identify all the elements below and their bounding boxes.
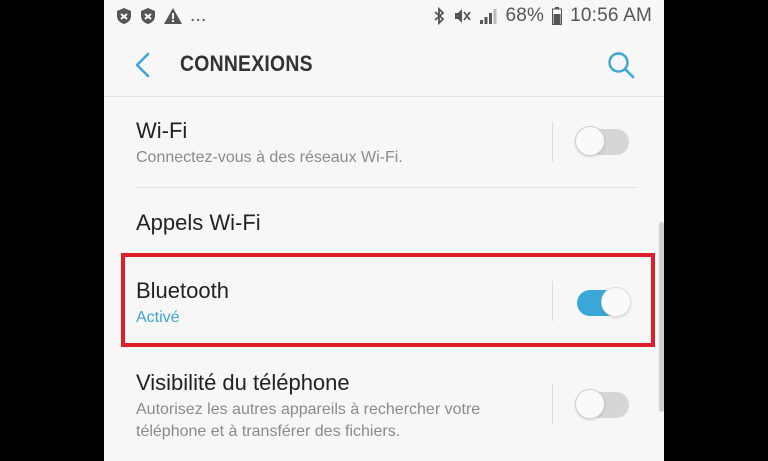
app-bar: CONNEXIONS (104, 32, 664, 97)
toggle-knob (601, 287, 631, 317)
setting-subtitle: Connectez-vous à des réseaux Wi-Fi. (136, 149, 403, 166)
search-icon[interactable] (606, 50, 636, 80)
toggle-knob (575, 126, 605, 156)
more-notifications: ... (190, 5, 207, 26)
status-bar: ... 68% 10:56 AM (104, 0, 664, 32)
bluetooth-toggle[interactable] (577, 287, 631, 317)
setting-row-wifi-calling[interactable]: Appels Wi-Fi (104, 188, 664, 252)
wifi-toggle[interactable] (575, 126, 629, 156)
chevron-left-icon[interactable] (130, 50, 156, 80)
setting-status: Activé (136, 309, 180, 326)
setting-row-wifi[interactable]: Wi-Fi Connectez-vous à des réseaux Wi-Fi… (104, 96, 664, 187)
page-title: CONNEXIONS (180, 51, 313, 76)
status-bar-right: 68% 10:56 AM (433, 5, 652, 27)
setting-label: Bluetooth (136, 278, 229, 303)
setting-label: Visibilité du téléphone (136, 370, 350, 395)
mute-icon (455, 9, 472, 23)
status-bar-left: ... (116, 5, 206, 27)
battery-icon (552, 7, 563, 25)
clock: 10:56 AM (570, 5, 652, 26)
setting-subtitle-line2: téléphone et à transférer des fichiers. (136, 423, 401, 440)
setting-label: Wi-Fi (136, 118, 188, 143)
scrollbar[interactable] (659, 222, 664, 412)
divider (552, 384, 553, 424)
setting-label: Appels Wi-Fi (136, 210, 261, 235)
battery-percent: 68% (505, 5, 545, 26)
toggle-knob (575, 389, 605, 419)
divider (552, 122, 553, 162)
bluetooth-icon (434, 7, 445, 25)
shield-icon (141, 8, 155, 24)
setting-row-bluetooth[interactable]: Bluetooth Activé (104, 257, 664, 343)
visibility-toggle[interactable] (575, 389, 629, 419)
divider (552, 281, 553, 321)
phone-screen: ... 68% 10:56 AM CONNEXIONS Wi-Fi Connec… (104, 0, 664, 461)
shield-icon (117, 8, 131, 24)
setting-row-visibility[interactable]: Visibilité du téléphone Autorisez les au… (104, 350, 664, 461)
signal-icon (480, 9, 497, 24)
warning-icon (164, 8, 182, 24)
setting-subtitle-line1: Autorisez les autres appareils à recherc… (136, 401, 481, 418)
